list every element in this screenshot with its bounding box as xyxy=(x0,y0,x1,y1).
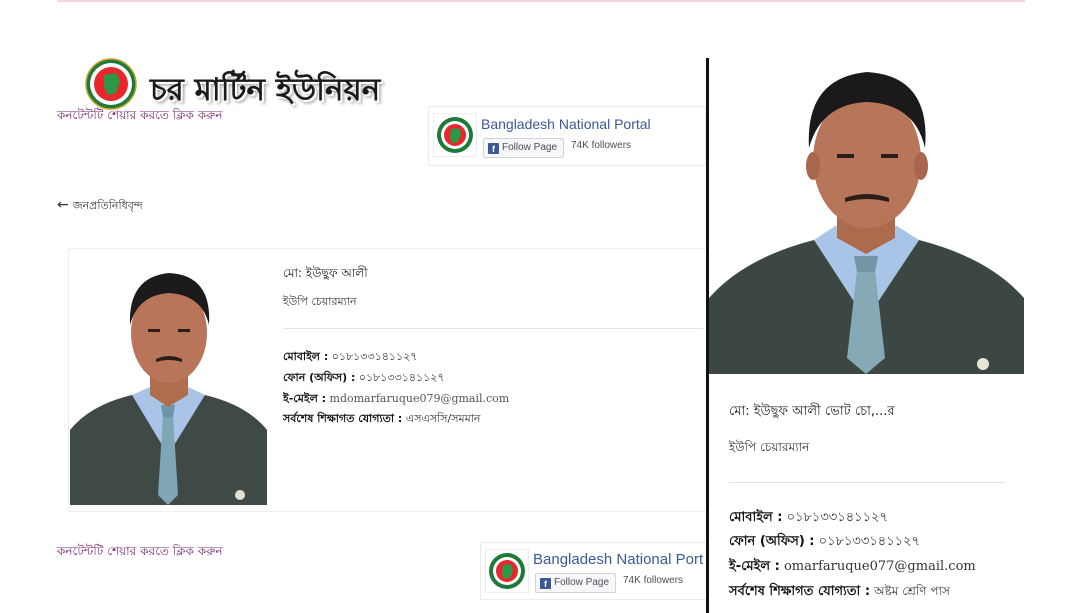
mobile-value: ০১৮১৩৩১৪১১২৭ xyxy=(786,510,888,525)
facebook-icon: f xyxy=(488,142,499,154)
portal-page-screenshot: চর মার্টিন ইউনিয়ন কনটেন্টটি শেয়ার করতে… xyxy=(0,0,706,613)
follow-page-label: Follow Page xyxy=(502,142,558,153)
office-phone-row: ফোন (অফিস) : ০১৮১৩৩১৪১১২৭ xyxy=(283,369,445,388)
chairman-photo xyxy=(70,255,267,505)
facebook-page-name[interactable]: Bangladesh National Port xyxy=(533,551,703,568)
chairman-portrait-card: মো: ইউছুফ আলী ভোট চো,...র ইউপি চেয়ারম্য… xyxy=(706,58,1024,613)
mobile-row: মোবাইল : ০১৮১৩৩১৪১১২৭ xyxy=(283,348,417,367)
portal-logo-icon xyxy=(433,113,477,157)
education-value: এসএসসি/সমমান xyxy=(405,412,481,425)
portal-logo-icon xyxy=(485,549,529,593)
mobile-value: ০১৮১৩৩১৪১১২৭ xyxy=(331,350,418,363)
office-phone-label: ফোন (অফিস) : xyxy=(729,534,815,549)
education-label: সর্বশেষ শিক্ষাগত যোগ্যতা : xyxy=(283,412,403,425)
email-label: ই-মেইল : xyxy=(283,392,327,405)
education-row: সর্বশেষ শিক্ষাগত যোগ্যতা : এসএসসি/সমমান xyxy=(283,410,480,429)
facebook-page-widget[interactable]: Bangladesh National Portal f Follow Page… xyxy=(428,106,706,166)
follow-page-label: Follow Page xyxy=(554,577,610,588)
share-content-link[interactable]: কনটেন্টটি শেয়ার করতে ক্লিক করুন xyxy=(57,107,223,127)
education-value: অষ্টম শ্রেণি পাস xyxy=(874,584,950,598)
followers-count: 74K followers xyxy=(571,140,632,151)
government-emblem-icon xyxy=(85,58,137,110)
office-phone-value: ০১৮১৩৩১৪১১২৭ xyxy=(358,371,445,384)
profile-divider xyxy=(729,482,1005,483)
follow-page-button[interactable]: f Follow Page xyxy=(483,138,565,158)
education-row: সর্বশেষ শিক্ষাগত যোগ্যতা : অষ্টম শ্রেণি … xyxy=(729,582,950,603)
facebook-icon: f xyxy=(540,577,551,589)
facebook-page-widget-bottom[interactable]: Bangladesh National Port f Follow Page 7… xyxy=(480,542,706,600)
chairman-portrait-photo xyxy=(709,58,1024,374)
office-phone-value: ০১৮১৩৩১৪১১২৭ xyxy=(818,534,920,549)
chairman-name: মো: ইউছুফ আলী ভোট চো,...র xyxy=(729,404,895,419)
follow-page-button[interactable]: f Follow Page xyxy=(535,573,617,593)
facebook-page-name[interactable]: Bangladesh National Portal xyxy=(481,116,651,132)
followers-count: 74K followers xyxy=(623,575,684,586)
back-to-representatives-link[interactable]: ← জনপ্রতিনিধিবৃন্দ xyxy=(57,197,143,216)
share-content-link-bottom[interactable]: কনটেন্টটি শেয়ার করতে ক্লিক করুন xyxy=(57,543,223,563)
chairman-designation: ইউপি চেয়ারম্যান xyxy=(283,295,357,308)
email-value[interactable]: omarfaruque077@gmail.com xyxy=(784,559,976,574)
mobile-label: মোবাইল : xyxy=(283,350,329,363)
office-phone-row: ফোন (অফিস) : ০১৮১৩৩১৪১১২৭ xyxy=(729,532,920,553)
email-row: ই-মেইল : omarfaruque077@gmail.com xyxy=(729,557,976,578)
mobile-row: মোবাইল : ০১৮১৩৩১৪১১২৭ xyxy=(729,508,888,529)
office-phone-label: ফোন (অফিস) : xyxy=(283,371,356,384)
chairman-designation: ইউপি চেয়ারম্যান xyxy=(729,440,810,454)
email-row: ই-মেইল : mdomarfaruque079@gmail.com xyxy=(283,390,509,409)
arrow-left-icon: ← xyxy=(57,197,69,213)
email-value[interactable]: mdomarfaruque079@gmail.com xyxy=(330,392,510,405)
profile-divider xyxy=(283,328,703,329)
chairman-profile-card: মো: ইউছুফ আলী ইউপি চেয়ারম্যান মোবাইল : … xyxy=(68,248,706,512)
mobile-label: মোবাইল : xyxy=(729,510,783,525)
back-link-label: জনপ্রতিনিধিবৃন্দ xyxy=(72,199,143,212)
email-label: ই-মেইল : xyxy=(729,559,780,574)
chairman-name: মো: ইউছুফ আলী xyxy=(283,266,368,280)
education-label: সর্বশেষ শিক্ষাগত যোগ্যতা : xyxy=(729,584,871,599)
